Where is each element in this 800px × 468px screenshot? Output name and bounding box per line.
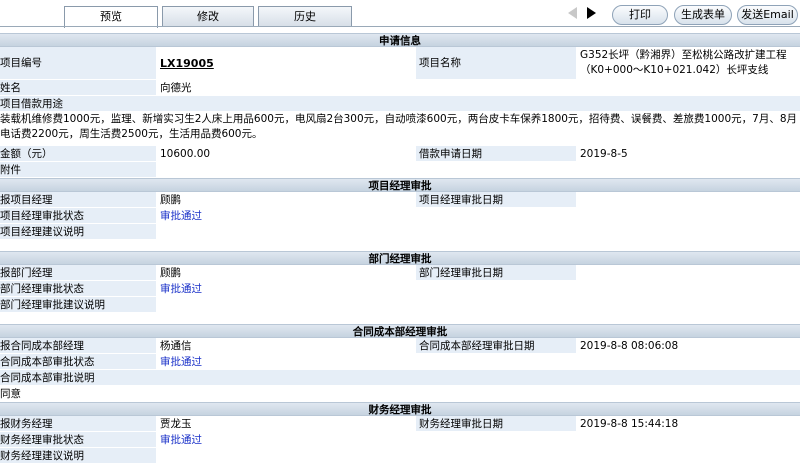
pm-status-value: 审批通过 (157, 208, 800, 224)
dept-manager-value: 顾鹏 (157, 265, 416, 281)
finance-manager-value: 贾龙玉 (157, 416, 416, 432)
tab-history[interactable]: 历史 (258, 6, 352, 27)
apply-date-value: 2019-8-5 (577, 146, 800, 162)
pm-status-link[interactable]: 审批通过 (160, 210, 202, 222)
project-name-label: 项目名称 (416, 47, 577, 80)
contract-date-label: 合同成本部经理审批日期 (416, 338, 577, 354)
pm-date-label: 项目经理审批日期 (416, 192, 577, 208)
finance-date-label: 财务经理审批日期 (416, 416, 577, 432)
generate-form-button[interactable]: 生成表单 (674, 5, 732, 25)
apply-date-label: 借款申请日期 (416, 146, 577, 162)
next-arrow-icon[interactable] (585, 5, 599, 21)
dept-status-link[interactable]: 审批通过 (160, 283, 202, 295)
finance-status-value: 审批通过 (157, 432, 800, 448)
detail-form: 申请信息 项目编号 LX19005 项目名称 G352长坪（黔湘界）至松桃公路改… (0, 33, 800, 464)
contract-status-link[interactable]: 审批通过 (160, 356, 202, 368)
pm-note-label: 项目经理建议说明 (0, 224, 157, 240)
attachment-value (157, 162, 800, 178)
contract-note-label: 合同成本部审批说明 (0, 370, 800, 386)
section-title-finance: 财务经理审批 (0, 402, 800, 416)
pm-manager-value: 顾鹏 (157, 192, 416, 208)
print-button[interactable]: 打印 (612, 5, 668, 25)
finance-manager-label: 报财务经理 (0, 416, 157, 432)
section-title-apply: 申请信息 (0, 33, 800, 47)
project-no-link[interactable]: LX19005 (160, 57, 214, 70)
project-no-label: 项目编号 (0, 47, 157, 80)
section-title-dept: 部门经理审批 (0, 251, 800, 265)
amount-label: 金额（元） (0, 146, 157, 162)
send-email-button[interactable]: 发送Email (737, 5, 798, 25)
dept-manager-label: 报部门经理 (0, 265, 157, 281)
pm-status-label: 项目经理审批状态 (0, 208, 157, 224)
section-title-pm: 项目经理审批 (0, 178, 800, 192)
tab-preview[interactable]: 预览 (64, 6, 158, 28)
spacer (0, 240, 800, 251)
pm-date-value (577, 192, 800, 208)
contract-note-value: 同意 (0, 386, 800, 402)
spacer (0, 313, 800, 324)
dept-status-value: 审批通过 (157, 281, 800, 297)
purpose-label: 项目借款用途 (0, 96, 800, 112)
prev-arrow-icon[interactable] (566, 5, 580, 21)
attachment-label: 附件 (0, 162, 157, 178)
project-no-value: LX19005 (157, 47, 416, 80)
tab-baseline (0, 26, 800, 27)
pm-manager-label: 报项目经理 (0, 192, 157, 208)
dept-date-label: 部门经理审批日期 (416, 265, 577, 281)
contract-date-value: 2019-8-8 08:06:08 (577, 338, 800, 354)
project-name-value: G352长坪（黔湘界）至松桃公路改扩建工程（K0+000～K10+021.042… (577, 47, 800, 80)
dept-note-value (157, 297, 800, 313)
finance-date-value: 2019-8-8 15:44:18 (577, 416, 800, 432)
purpose-value: 装载机维修费1000元，监理、新增实习生2人床上用品600元，电风扇2台300元… (0, 112, 800, 146)
finance-status-link[interactable]: 审批通过 (160, 434, 202, 446)
top-toolbar: 预览 修改 历史 打印 生成表单 发送Email (0, 0, 800, 28)
section-title-contract: 合同成本部经理审批 (0, 324, 800, 338)
dept-note-label: 部门经理审批建议说明 (0, 297, 157, 313)
amount-value: 10600.00 (157, 146, 416, 162)
contract-manager-label: 报合同成本部经理 (0, 338, 157, 354)
pm-note-value (157, 224, 800, 240)
dept-date-value (577, 265, 800, 281)
finance-note-value (157, 448, 800, 464)
contract-status-value: 审批通过 (157, 354, 800, 370)
name-label: 姓名 (0, 80, 157, 96)
contract-manager-value: 杨通信 (157, 338, 416, 354)
finance-note-label: 财务经理建议说明 (0, 448, 157, 464)
dept-status-label: 部门经理审批状态 (0, 281, 157, 297)
name-value: 向德光 (157, 80, 800, 96)
tab-edit[interactable]: 修改 (162, 6, 254, 27)
finance-status-label: 财务经理审批状态 (0, 432, 157, 448)
contract-status-label: 合同成本部审批状态 (0, 354, 157, 370)
